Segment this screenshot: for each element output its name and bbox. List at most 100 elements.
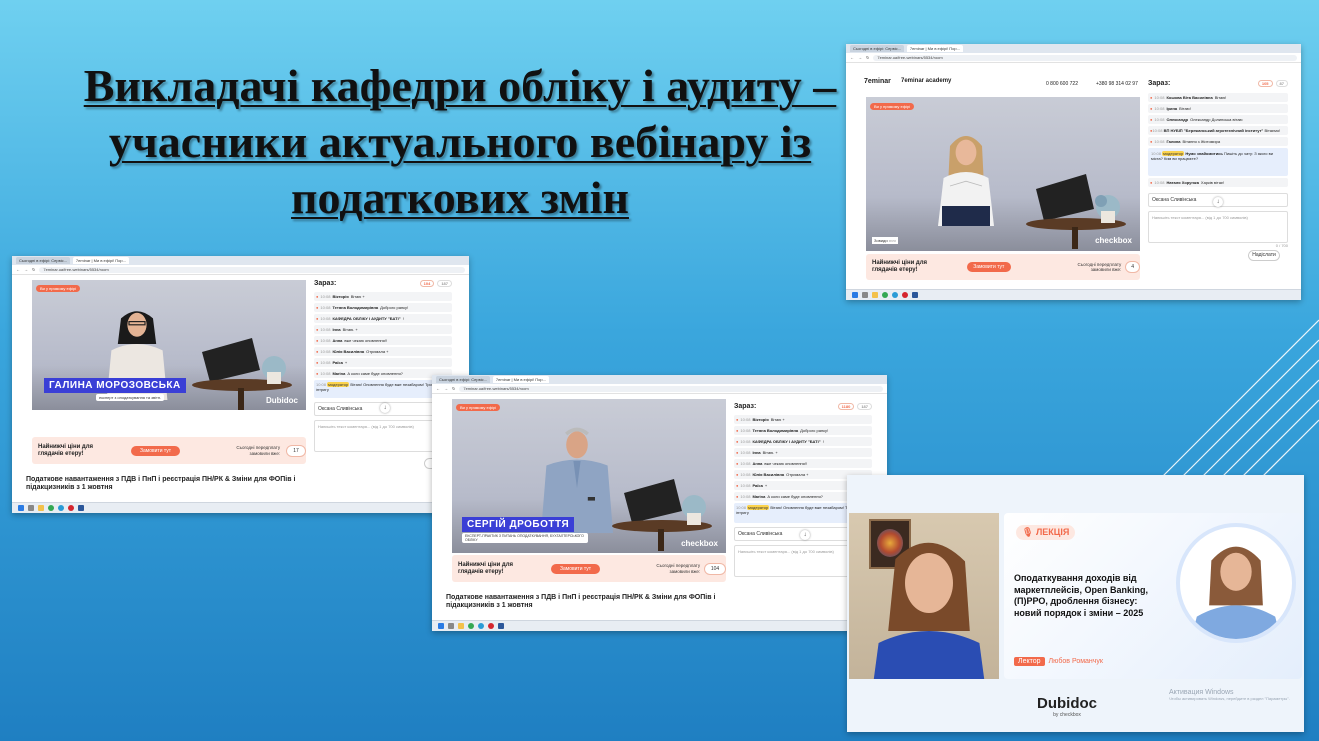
lecturer-row: Лектор Любов Романчук (1014, 657, 1103, 666)
chat-message: ● 10:08 КАФЕДРА ОБЛІКУ І АУДИТУ "БАТІ"! (314, 314, 452, 323)
brand-logo: Dubidoc by checkbox (1037, 695, 1097, 718)
chat-message: ● 10:08 КАФЕДРА ОБЛІКУ І АУДИТУ "БАТІ"! (734, 437, 872, 446)
video-player[interactable]: Ви у прямому ефірі СЕРГІЙ ДРОБОТТЯ ЕКСПЕ… (452, 399, 726, 553)
academy-logo[interactable]: 7eminar academy (901, 78, 951, 84)
chat-message: ● 10:08 Тетяна Володимирівна Доброго ранку! (734, 426, 872, 435)
chat-message: ● 10:08 Вікторія Вітаю + (734, 415, 872, 424)
chat-title: Зараз: (314, 280, 337, 287)
browser-tab[interactable]: Сьогодні в ефірі: Сервіс... (850, 45, 904, 52)
chrome-icon[interactable] (468, 623, 474, 629)
word-icon[interactable] (498, 623, 504, 629)
browser-tab[interactable]: Сьогодні в ефірі: Сервіс... (436, 376, 490, 383)
opera-icon[interactable] (488, 623, 494, 629)
video-player[interactable]: Ви у прямому ефірі checkbox Зовиди ○○○ (866, 97, 1140, 251)
chat-title: Зараз: (1148, 80, 1171, 87)
screenshot-webinar-top: Сьогодні в ефірі: Сервіс... 7eminar | Ми… (846, 44, 1301, 300)
lecture-title: Оподаткування доходів від маркетплейсів,… (1014, 573, 1148, 619)
scroll-down-icon[interactable]: ↓ (800, 530, 810, 540)
browser-tab[interactable]: Сьогодні в ефірі: Сервіс... (16, 257, 70, 264)
brand-sub: by checkbox (1053, 712, 1081, 718)
webcam-video[interactable] (849, 513, 999, 679)
start-icon[interactable] (438, 623, 444, 629)
lecturer-role: Лектор (1014, 657, 1045, 666)
chat-message: ● 10:08 Юлія Василівна Отримала + (314, 347, 452, 356)
promo-note: Сьогодні передплату замовили вже: (1077, 261, 1122, 272)
order-button[interactable]: Замовити тут (550, 563, 601, 574)
back-icon[interactable]: ← (850, 55, 854, 60)
url-field[interactable]: 7eminar.ua/free-webinars/5534/room (459, 385, 883, 392)
video-brand: checkbox (681, 539, 718, 548)
folder-icon[interactable] (872, 292, 878, 298)
presenter-figure (873, 542, 985, 679)
chat-message: ● 10:08 Кошова Віта Василівна Вітаю! (1148, 93, 1288, 102)
reload-icon[interactable]: ↻ (452, 386, 455, 391)
chat-message: ● 10:08 Анна вже чекаю оновлення!! (734, 459, 872, 468)
comment-input[interactable]: Напишіть текст коментаря... (від 1 до 70… (1148, 211, 1288, 243)
word-icon[interactable] (912, 292, 918, 298)
scroll-down-icon[interactable]: ↓ (380, 403, 390, 413)
start-icon[interactable] (852, 292, 858, 298)
send-button[interactable]: Надіслати (1248, 250, 1280, 261)
edge-icon[interactable] (58, 505, 64, 511)
promo-banner: Найнижчі ціни для глядачів етеру! Замови… (866, 254, 1140, 280)
promo-note: Сьогодні передплату замовили вже: (236, 445, 281, 456)
viewers-badge: 104 (419, 280, 435, 287)
chrome-icon[interactable] (882, 292, 888, 298)
brand-name: Dubidoc (1037, 695, 1097, 712)
speaker-figure (938, 136, 994, 226)
search-icon[interactable] (862, 292, 868, 298)
windows-taskbar (432, 620, 887, 631)
chat-message: ● 10:08 Інна Вітаю. + (734, 448, 872, 457)
search-icon[interactable] (448, 623, 454, 629)
start-icon[interactable] (18, 505, 24, 511)
promo-banner: Найнижчі ціни для глядачів етеру! Замови… (452, 555, 726, 582)
reload-icon[interactable]: ↻ (32, 267, 35, 272)
forward-icon[interactable]: → (444, 386, 448, 391)
chrome-icon[interactable] (48, 505, 54, 511)
viewers-badge: 105 (1257, 80, 1273, 87)
order-button[interactable]: Замовити тут (130, 445, 181, 456)
speaker-role: ЕКСПЕРТ-ПРАКТИК З ПИТАНЬ ОПОДАТКУВАННЯ, … (462, 533, 588, 543)
speaker-role: експерт з оподаткування та звітн. (96, 394, 165, 401)
likes-badge: 187 (437, 280, 452, 287)
browser-tabbar: Сьогодні в ефірі: Сервіс... 7eminar | Ми… (846, 44, 1301, 53)
opera-icon[interactable] (902, 292, 908, 298)
folder-icon[interactable] (38, 505, 44, 511)
video-player[interactable]: Ви у прямому ефірі ГАЛИНА МОРОЗОВСЬКА ек… (32, 280, 306, 410)
site-logo[interactable]: 7eminar (864, 78, 891, 85)
scroll-down-icon[interactable]: ↓ (1213, 197, 1223, 207)
webinar-title: Податкове навантаження з ПДВ і ПнП і реє… (26, 476, 296, 492)
word-icon[interactable] (78, 505, 84, 511)
promo-text: Найнижчі ціни для глядачів етеру! (458, 561, 514, 575)
browser-tabbar: Сьогодні в ефірі: Сервіс... 7eminar | Ми… (432, 375, 887, 384)
windows-taskbar (12, 502, 469, 513)
url-field[interactable]: 7eminar.ua/free-webinars/5534/room (39, 266, 465, 273)
order-counter: 17 (286, 444, 306, 457)
back-icon[interactable]: ← (436, 386, 440, 391)
chat-message: ● 10:08 Анна вже чекаю оновлення!! (314, 336, 452, 345)
browser-tab-active[interactable]: 7eminar | Ми в ефірі! Пор... (906, 45, 963, 52)
video-brand: Dubidoc (266, 396, 298, 405)
mic-icon: 🎙 (1022, 527, 1034, 537)
lecture-tag: 🎙 ЛЕКЦІЯ (1016, 525, 1076, 540)
chat-title: Зараз: (734, 403, 757, 410)
edge-icon[interactable] (478, 623, 484, 629)
promo-banner: Найнижчі ціни для глядачів етеру! Замови… (32, 437, 306, 464)
edge-icon[interactable] (892, 292, 898, 298)
browser-tab-active[interactable]: 7eminar | Ми в ефірі! Пор... (72, 257, 129, 264)
forward-icon[interactable]: → (24, 267, 28, 272)
phone-2: +380 98 314 02 97 (1096, 81, 1138, 87)
chat-message: ● 10:08 Раїса + (314, 358, 452, 367)
order-button[interactable]: Замовити тут (966, 262, 1011, 272)
folder-icon[interactable] (458, 623, 464, 629)
address-bar: ← → ↻ 7eminar.ua/free-webinars/5534/room (846, 53, 1301, 63)
decorative-lines (1148, 319, 1319, 491)
browser-tab-active[interactable]: 7eminar | Ми в ефірі! Пор... (492, 376, 549, 383)
search-icon[interactable] (28, 505, 34, 511)
opera-icon[interactable] (68, 505, 74, 511)
forward-icon[interactable]: → (858, 55, 862, 60)
back-icon[interactable]: ← (16, 267, 20, 272)
url-field[interactable]: 7eminar.ua/free-webinars/5534/room (873, 54, 1297, 61)
reload-icon[interactable]: ↻ (866, 55, 869, 60)
chat-message: ● 10:08 Галина Вітання з Житомира (1148, 137, 1288, 146)
